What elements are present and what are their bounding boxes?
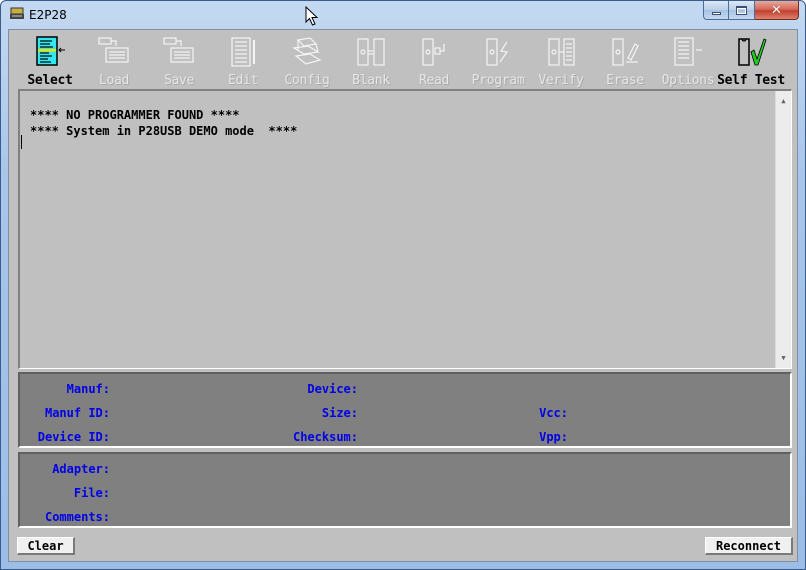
size-label: Size: <box>321 406 358 420</box>
device-id-label: Device ID: <box>37 430 110 444</box>
toolbar: Select Load Save Edit Config Blank Read … <box>9 30 799 88</box>
verify-chip-icon <box>548 38 575 66</box>
clear-button[interactable]: Clear <box>17 537 75 555</box>
toolbar-read-button[interactable]: Read <box>401 34 467 88</box>
comments-label: Comments: <box>44 510 110 524</box>
scroll-up-arrow-icon: ▲ <box>781 97 786 105</box>
toolbar-config-button[interactable]: Config <box>274 34 340 88</box>
toolbar-selftest-label: Self Test <box>717 73 785 88</box>
erase-chip-icon <box>612 38 639 66</box>
console-line: **** NO PROGRAMMER FOUND **** <box>30 108 240 122</box>
console-output[interactable]: **** NO PROGRAMMER FOUND **** **** System… <box>18 89 792 369</box>
console-text: **** NO PROGRAMMER FOUND **** **** System… <box>30 107 297 139</box>
toolbar-select-button[interactable]: Select <box>17 34 83 88</box>
mouse-pointer-icon <box>305 6 319 26</box>
edit-document-icon <box>231 37 255 67</box>
device-info-panel: Manuf: Device: Manuf ID: Size: Vcc: Devi… <box>18 372 792 448</box>
scroll-down-button[interactable]: ▼ <box>776 350 791 366</box>
vpp-label: Vpp: <box>539 430 568 444</box>
blank-check-chip-icon <box>357 38 385 66</box>
minimize-icon <box>711 11 721 15</box>
toolbar-verify-button[interactable]: Verify <box>528 34 594 88</box>
reconnect-button[interactable]: Reconnect <box>705 537 793 555</box>
toolbar-load-button[interactable]: Load <box>81 34 147 88</box>
program-chip-icon <box>486 38 509 66</box>
app-window: E2P28 ✕ Select Load Save Edit Config Bla… <box>0 0 806 570</box>
adapter-label: Adapter: <box>52 462 110 476</box>
save-file-icon <box>163 37 194 63</box>
read-chip-icon <box>422 38 445 66</box>
console-line: **** System in P28USB DEMO mode **** <box>30 124 298 138</box>
manuf-label: Manuf: <box>66 382 110 396</box>
scroll-down-arrow-icon: ▼ <box>781 354 786 362</box>
load-file-icon <box>98 37 129 63</box>
close-button[interactable]: ✕ <box>755 1 799 20</box>
close-icon: ✕ <box>771 2 782 18</box>
window-title: E2P28 <box>29 8 67 22</box>
select-list-icon <box>36 36 65 66</box>
toolbar-selftest-button[interactable]: Self Test <box>717 34 785 88</box>
window-controls: ✕ <box>703 1 799 21</box>
programmer-device-icon <box>10 7 24 19</box>
options-list-icon <box>674 37 702 66</box>
config-stack-icon <box>292 37 322 65</box>
client-area: Select Load Save Edit Config Blank Read … <box>8 29 798 562</box>
device-label: Device: <box>307 382 358 396</box>
toolbar-edit-button[interactable]: Edit <box>210 34 276 88</box>
maximize-button[interactable] <box>729 1 755 20</box>
checksum-label: Checksum: <box>292 430 358 444</box>
console-scrollbar[interactable]: ▲ ▼ <box>775 91 791 368</box>
maximize-icon <box>736 5 747 15</box>
manuf-id-label: Manuf ID: <box>44 406 110 420</box>
vcc-label: Vcc: <box>539 406 568 420</box>
title-bar[interactable]: E2P28 ✕ <box>1 1 805 29</box>
self-test-check-icon <box>738 38 767 66</box>
minimize-button[interactable] <box>703 1 729 20</box>
file-info-panel: Adapter: File: Comments: <box>18 452 792 528</box>
toolbar-save-button[interactable]: Save <box>146 34 212 88</box>
text-caret <box>21 135 22 149</box>
scroll-up-button[interactable]: ▲ <box>776 93 791 109</box>
file-label: File: <box>73 486 110 500</box>
